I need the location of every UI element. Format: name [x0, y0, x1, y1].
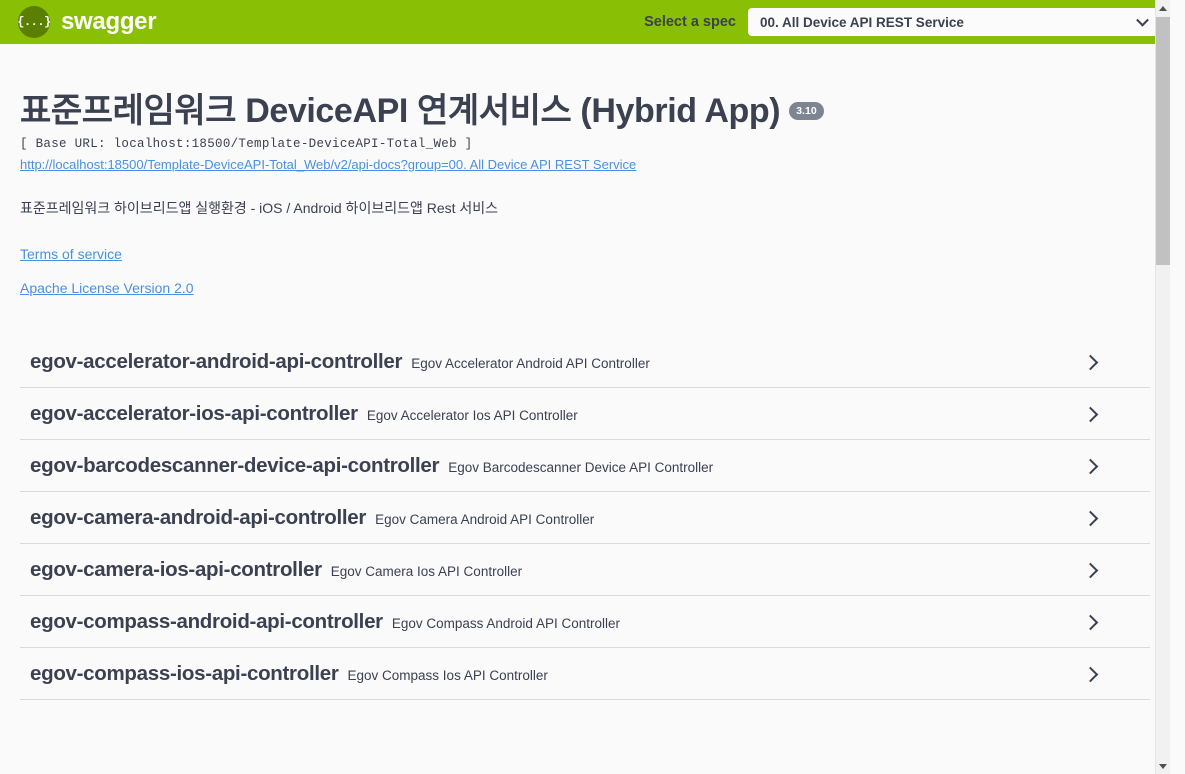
tag-name: egov-accelerator-android-api-controller	[30, 350, 402, 374]
version-badge: 3.10	[789, 102, 823, 120]
swagger-logo[interactable]: {...} swagger	[18, 6, 156, 38]
base-url: [ Base URL: localhost:18500/Template-Dev…	[20, 137, 1150, 151]
api-docs-link[interactable]: http://localhost:18500/Template-DeviceAP…	[20, 157, 636, 172]
tag-description: Egov Accelerator Ios API Controller	[367, 408, 578, 423]
chevron-down-icon	[1136, 14, 1149, 27]
chevron-right-icon[interactable]	[1083, 354, 1099, 370]
tag-row[interactable]: egov-barcodescanner-device-api-controlle…	[20, 440, 1150, 492]
tag-row[interactable]: egov-compass-ios-api-controller Egov Com…	[20, 648, 1150, 700]
spec-select-value: 00. All Device API REST Service	[760, 15, 964, 30]
tag-name: egov-barcodescanner-device-api-controlle…	[30, 454, 439, 478]
swagger-wordmark: swagger	[61, 8, 156, 36]
spec-select[interactable]: 00. All Device API REST Service	[748, 8, 1158, 36]
tag-row[interactable]: egov-accelerator-android-api-controller …	[20, 336, 1150, 388]
tag-name: egov-compass-android-api-controller	[30, 610, 383, 634]
tag-description: Egov Compass Ios API Controller	[348, 668, 548, 683]
topbar: {...} swagger Select a spec 00. All Devi…	[0, 0, 1170, 44]
chevron-right-icon[interactable]	[1083, 666, 1099, 682]
tag-name: egov-accelerator-ios-api-controller	[30, 402, 358, 426]
api-info: 표준프레임워크 DeviceAPI 연계서비스 (Hybrid App) 3.1…	[0, 44, 1170, 296]
tag-row[interactable]: egov-compass-android-api-controller Egov…	[20, 596, 1150, 648]
tag-list: egov-accelerator-android-api-controller …	[0, 336, 1170, 700]
spec-selector: Select a spec 00. All Device API REST Se…	[644, 8, 1158, 36]
page-scrollbar[interactable]	[1155, 0, 1170, 774]
tag-name: egov-compass-ios-api-controller	[30, 662, 339, 686]
arrow-up-icon	[1159, 6, 1167, 11]
tag-description: Egov Barcodescanner Device API Controlle…	[448, 460, 713, 475]
swagger-ui-page: {...} swagger Select a spec 00. All Devi…	[0, 0, 1170, 774]
chevron-right-icon[interactable]	[1083, 406, 1099, 422]
tag-description: Egov Camera Ios API Controller	[331, 564, 522, 579]
tag-name: egov-camera-ios-api-controller	[30, 558, 322, 582]
scrollbar-thumb[interactable]	[1156, 17, 1170, 265]
tag-description: Egov Accelerator Android API Controller	[411, 356, 650, 371]
tag-description: Egov Compass Android API Controller	[392, 616, 620, 631]
tag-row[interactable]: egov-camera-ios-api-controller Egov Came…	[20, 544, 1150, 596]
tag-name: egov-camera-android-api-controller	[30, 506, 366, 530]
page-title: 표준프레임워크 DeviceAPI 연계서비스 (Hybrid App)	[20, 92, 780, 131]
tag-row[interactable]: egov-accelerator-ios-api-controller Egov…	[20, 388, 1150, 440]
title-row: 표준프레임워크 DeviceAPI 연계서비스 (Hybrid App) 3.1…	[20, 92, 1150, 131]
chevron-right-icon[interactable]	[1083, 562, 1099, 578]
license-link[interactable]: Apache License Version 2.0	[20, 280, 194, 296]
chevron-right-icon[interactable]	[1083, 510, 1099, 526]
tag-row[interactable]: egov-camera-android-api-controller Egov …	[20, 492, 1150, 544]
chevron-right-icon[interactable]	[1083, 458, 1099, 474]
swagger-braces-icon: {...}	[18, 6, 50, 38]
api-description: 표준프레임워크 하이브리드앱 실행환경 - iOS / Android 하이브리…	[20, 198, 1150, 218]
select-a-spec-label: Select a spec	[644, 14, 736, 30]
terms-of-service-link[interactable]: Terms of service	[20, 246, 122, 262]
chevron-right-icon[interactable]	[1083, 614, 1099, 630]
scrollbar-up-button[interactable]	[1156, 0, 1170, 16]
arrow-down-icon	[1159, 764, 1167, 769]
tag-description: Egov Camera Android API Controller	[375, 512, 594, 527]
scrollbar-down-button[interactable]	[1156, 758, 1170, 774]
